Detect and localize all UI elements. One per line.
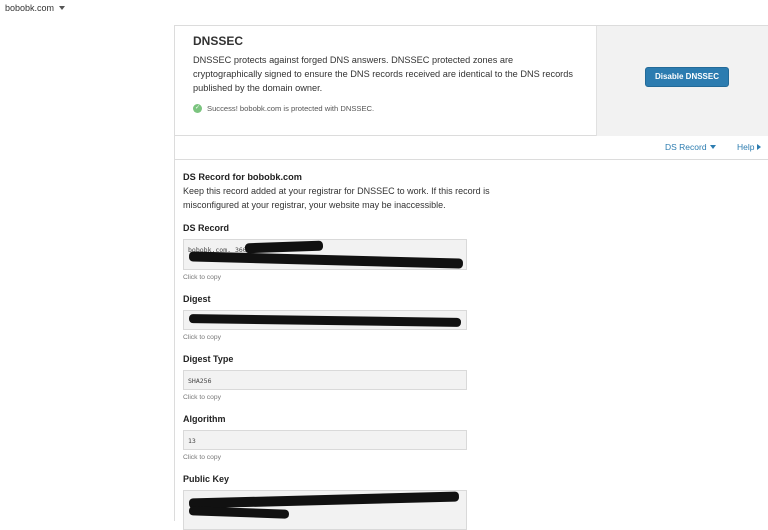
copy-hint[interactable]: Click to copy	[183, 334, 221, 341]
domain-selector[interactable]: bobobk.com	[5, 3, 66, 13]
chevron-down-icon	[709, 145, 716, 149]
ds-record-label: DS Record	[183, 223, 230, 233]
left-gutter	[0, 24, 174, 521]
top-bar: bobobk.com	[0, 0, 768, 20]
tab-ds-record[interactable]: DS Record	[665, 142, 716, 152]
ds-record-title: DS Record for bobobk.com	[183, 172, 302, 182]
chevron-down-icon	[59, 6, 66, 10]
copy-hint[interactable]: Click to copy	[183, 454, 221, 461]
ds-record-panel: DS Record for bobobk.com Keep this recor…	[174, 160, 768, 530]
tab-ds-record-label: DS Record	[665, 142, 707, 152]
digest-type-value: SHA256	[188, 377, 212, 385]
digest-type-label: Digest Type	[183, 354, 234, 364]
tab-bar: DS Record Help	[174, 136, 768, 160]
copy-hint[interactable]: Click to copy	[183, 394, 221, 401]
chevron-right-icon	[757, 144, 762, 150]
tab-help-label: Help	[737, 142, 755, 152]
algorithm-label: Algorithm	[183, 414, 226, 424]
dnssec-description: DNSSEC protects against forged DNS answe…	[193, 55, 573, 93]
tab-help[interactable]: Help	[737, 142, 762, 152]
algorithm-field[interactable]: 13	[183, 430, 467, 450]
ds-record-description: Keep this record added at your registrar…	[183, 186, 490, 210]
disable-dnssec-button[interactable]: Disable DNSSEC	[645, 67, 729, 87]
dnssec-action-panel: Disable DNSSEC	[596, 26, 768, 136]
algorithm-value: 13	[188, 437, 196, 445]
dnssec-card: DNSSEC DNSSEC protects against forged DN…	[174, 25, 768, 136]
success-text: Success! bobobk.com is protected with DN…	[207, 104, 375, 113]
success-message: ✓ Success! bobobk.com is protected with …	[193, 104, 374, 113]
domain-name: bobobk.com	[5, 3, 55, 13]
check-circle-icon: ✓	[193, 104, 202, 113]
dnssec-title: DNSSEC	[193, 34, 244, 48]
public-key-label: Public Key	[183, 474, 230, 484]
copy-hint[interactable]: Click to copy	[183, 274, 221, 281]
digest-label: Digest	[183, 294, 211, 304]
digest-type-field[interactable]: SHA256	[183, 370, 467, 390]
